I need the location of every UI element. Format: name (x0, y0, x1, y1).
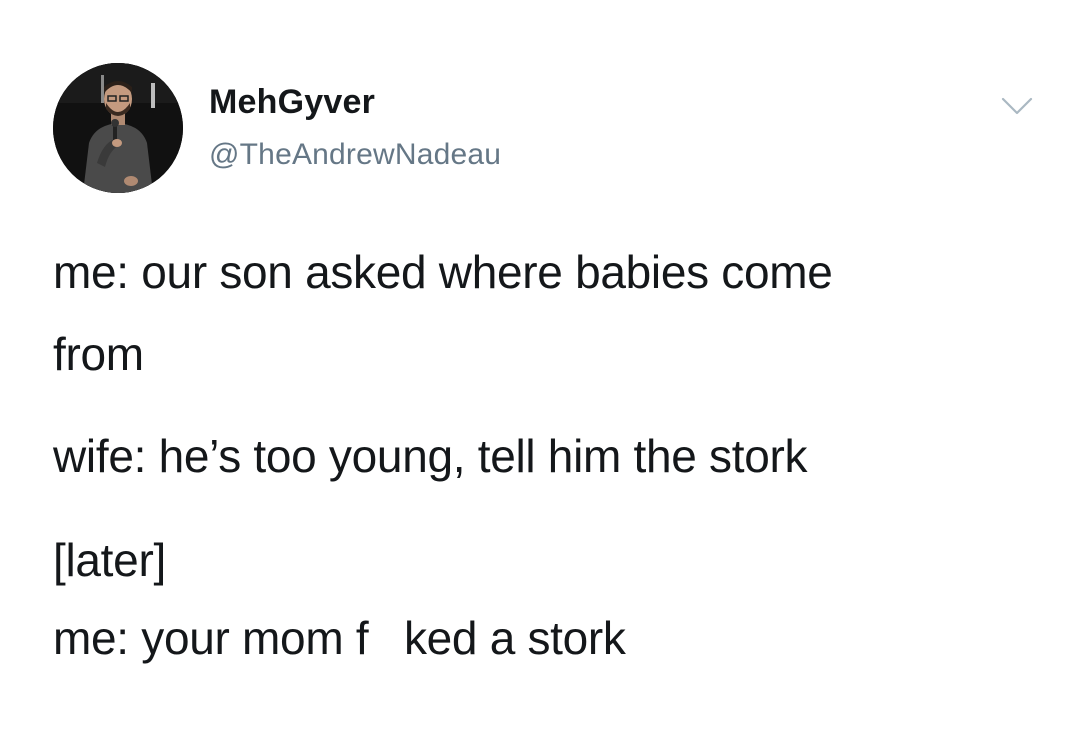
tweet-card: MehGyver @TheAndrewNadeau me: our son as… (0, 0, 1080, 747)
user-handle[interactable]: @TheAndrewNadeau (209, 137, 501, 173)
tweet-menu-button[interactable] (997, 93, 1037, 119)
tweet-line: me: your mom f ked a stork (53, 612, 626, 664)
display-name[interactable]: MehGyver (209, 82, 375, 122)
tweet-line: [later] (53, 534, 166, 586)
avatar-photo-icon (53, 63, 183, 193)
tweet-line: me: our son asked where babies come (53, 246, 833, 298)
tweet-line: wife: he’s too young, tell him the stork (53, 430, 808, 482)
tweet-line: from (53, 328, 144, 380)
chevron-down-icon (1001, 97, 1033, 115)
avatar[interactable] (53, 63, 183, 193)
